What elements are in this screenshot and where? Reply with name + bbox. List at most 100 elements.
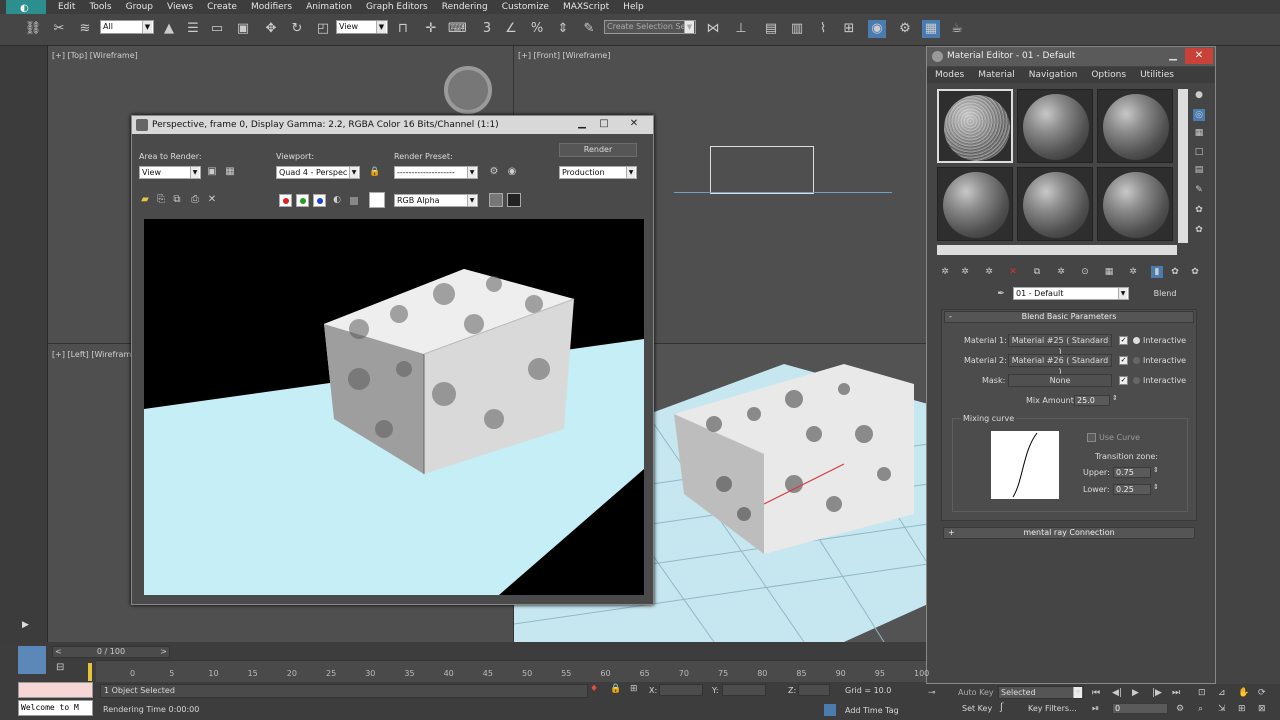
ref-coord-dropdown[interactable]: View ▼ xyxy=(336,20,388,34)
menu-modifiers[interactable]: Modifiers xyxy=(251,2,292,12)
sample-uv-tiling-icon[interactable]: □ xyxy=(1193,146,1205,158)
mask-button[interactable]: None xyxy=(1008,374,1112,387)
viewport-front-label[interactable]: [+] [Front] [Wireframe] xyxy=(518,51,610,60)
viewport-top-label[interactable]: [+] [Top] [Wireframe] xyxy=(52,51,138,60)
bind-space-warp-icon[interactable]: ≋ xyxy=(76,20,94,38)
selection-lock-icon[interactable]: 🔒 xyxy=(610,684,621,696)
channel-display-dropdown[interactable]: RGB Alpha ▼ xyxy=(394,194,478,207)
mat-menu-navigation[interactable]: Navigation xyxy=(1029,70,1078,80)
material2-button[interactable]: Material #26 ( Standard ) xyxy=(1008,354,1112,376)
mat-menu-utilities[interactable]: Utilities xyxy=(1140,70,1174,80)
menu-maxscript[interactable]: MAXScript xyxy=(563,2,609,12)
put-to-library-icon[interactable]: ✲ xyxy=(1055,266,1067,278)
time-slider-prev-icon[interactable]: < xyxy=(55,647,62,657)
render-production-icon[interactable]: ☕ xyxy=(948,20,966,38)
put-material-icon[interactable]: ✲ xyxy=(959,266,971,278)
spinner-arrows-icon[interactable]: ⇕ xyxy=(1112,394,1118,402)
link-icon[interactable]: ⛓ xyxy=(24,20,42,38)
pivot-icon[interactable]: ⊓ xyxy=(394,20,412,38)
reset-map-icon[interactable]: ✕ xyxy=(1007,266,1019,278)
material-slot-5[interactable] xyxy=(1017,167,1093,241)
mat-menu-options[interactable]: Options xyxy=(1091,70,1126,80)
green-channel-toggle[interactable] xyxy=(296,194,309,207)
named-selection-set-dropdown[interactable]: Create Selection Se ▼ xyxy=(604,20,696,34)
move-icon[interactable]: ✥ xyxy=(262,20,280,38)
go-to-start-icon[interactable]: ⏮ xyxy=(1092,688,1100,698)
mat-menu-material[interactable]: Material xyxy=(978,70,1015,80)
orbit-icon[interactable]: ⟳ xyxy=(1258,688,1266,698)
snaps-toggle-icon[interactable]: 3 xyxy=(478,20,496,38)
next-frame-icon[interactable]: |▶ xyxy=(1152,688,1162,698)
rotate-icon[interactable]: ↻ xyxy=(288,20,306,38)
material-editor-icon[interactable]: ◉ xyxy=(868,20,886,38)
zoom-icon[interactable]: ⌕ xyxy=(1198,704,1203,714)
show-end-result-icon[interactable]: ✲ xyxy=(1127,266,1139,278)
walk-through-icon[interactable]: ⇲ xyxy=(1218,704,1226,714)
close-icon[interactable]: ✕ xyxy=(626,117,642,131)
time-configuration-icon[interactable]: ⚙ xyxy=(1176,704,1184,714)
layer-manager-icon[interactable]: ▤ xyxy=(762,20,780,38)
curve-editor-icon[interactable]: ⌇ xyxy=(814,20,832,38)
backlight-icon[interactable]: ◎ xyxy=(1193,109,1205,121)
go-forward-sibling-icon[interactable]: ✿ xyxy=(1169,266,1181,278)
options-icon[interactable]: ✿ xyxy=(1193,204,1205,216)
clear-icon[interactable]: ✕ xyxy=(205,193,219,207)
alpha-channel-icon[interactable]: ◐ xyxy=(331,193,343,207)
angle-snap-icon[interactable]: ∠ xyxy=(502,20,520,38)
toggle-ui-overlay-icon[interactable] xyxy=(489,193,503,207)
go-to-parent-icon[interactable]: ▮ xyxy=(1151,266,1163,278)
upper-spinner[interactable]: 0.75 xyxy=(1113,467,1151,478)
lock-icon[interactable]: 🔒 xyxy=(368,165,382,179)
render-preset-dropdown[interactable]: -------------------- ▼ xyxy=(394,166,478,179)
print-icon[interactable]: ⎙ xyxy=(188,193,202,207)
rendered-frame-window-icon[interactable]: ▦ xyxy=(922,20,940,38)
copy-image-icon[interactable]: ⎘ xyxy=(154,193,168,207)
mat-menu-modes[interactable]: Modes xyxy=(935,70,964,80)
isolate-selection-icon[interactable]: ♦ xyxy=(590,684,600,696)
viewport-layout-icon[interactable] xyxy=(18,646,46,674)
red-channel-toggle[interactable] xyxy=(279,194,292,207)
menu-create[interactable]: Create xyxy=(207,2,237,12)
sample-type-icon[interactable]: ● xyxy=(1193,89,1205,101)
select-object-icon[interactable]: ▲ xyxy=(160,20,178,38)
mask-interactive-radio[interactable] xyxy=(1133,377,1140,384)
key-filters-button[interactable]: Key Filters... xyxy=(1028,704,1077,713)
production-dropdown[interactable]: Production ▼ xyxy=(559,166,637,179)
auto-region-icon[interactable]: ▦ xyxy=(223,165,237,179)
time-slider-next-icon[interactable]: > xyxy=(160,647,167,657)
render-setup-icon[interactable]: ⚙ xyxy=(487,165,501,179)
render-setup-icon[interactable]: ⚙ xyxy=(896,20,914,38)
viewcube-icon[interactable] xyxy=(444,66,492,114)
toggle-ui-icon[interactable] xyxy=(507,193,521,207)
play-icon[interactable]: ▶ xyxy=(1132,688,1139,698)
select-by-material-icon[interactable]: ✿ xyxy=(1193,224,1205,236)
menu-animation[interactable]: Animation xyxy=(306,2,352,12)
slots-vertical-scrollbar[interactable] xyxy=(1178,89,1188,243)
z-coordinate-field[interactable] xyxy=(798,684,830,696)
background-color-swatch[interactable] xyxy=(369,192,385,208)
material-editor-window[interactable]: Material Editor - 01 - Default ▁ ✕ Modes… xyxy=(926,46,1216,684)
material1-enable-checkbox[interactable]: ✓ xyxy=(1119,336,1128,345)
viewport-left-label[interactable]: [+] [Left] [Wirefram xyxy=(52,350,131,359)
key-selection-dropdown[interactable]: Selected ▼ xyxy=(998,686,1084,699)
rect-region-icon[interactable]: ▭ xyxy=(208,20,226,38)
time-slider[interactable]: < 0 / 100 > xyxy=(52,646,170,658)
material-slot-3[interactable] xyxy=(1097,89,1173,163)
show-shaded-material-icon[interactable]: ▦ xyxy=(1103,266,1115,278)
video-color-check-icon[interactable]: ▤ xyxy=(1193,164,1205,176)
go-to-end-icon[interactable]: ⏭ xyxy=(1172,688,1180,698)
add-time-tag[interactable]: Add Time Tag xyxy=(845,706,899,715)
minimize-icon[interactable]: ▁ xyxy=(1165,49,1181,63)
time-tag-icon[interactable] xyxy=(824,704,836,716)
mask-enable-checkbox[interactable]: ✓ xyxy=(1119,376,1128,385)
close-icon[interactable]: ✕ xyxy=(1185,48,1213,64)
select-by-name-icon[interactable]: ☰ xyxy=(184,20,202,38)
field-of-view-icon[interactable]: ⊿ xyxy=(1218,688,1226,698)
scene-explorer-icon[interactable]: ▥ xyxy=(788,20,806,38)
menu-edit[interactable]: Edit xyxy=(58,2,75,12)
unlink-icon[interactable]: ✂ xyxy=(50,20,68,38)
edit-region-icon[interactable]: ▣ xyxy=(205,165,219,179)
material-slot-2[interactable] xyxy=(1017,89,1093,163)
mental-ray-connection-rollout[interactable]: + mental ray Connection xyxy=(943,527,1195,539)
material-type-button[interactable]: Blend xyxy=(1135,287,1195,301)
